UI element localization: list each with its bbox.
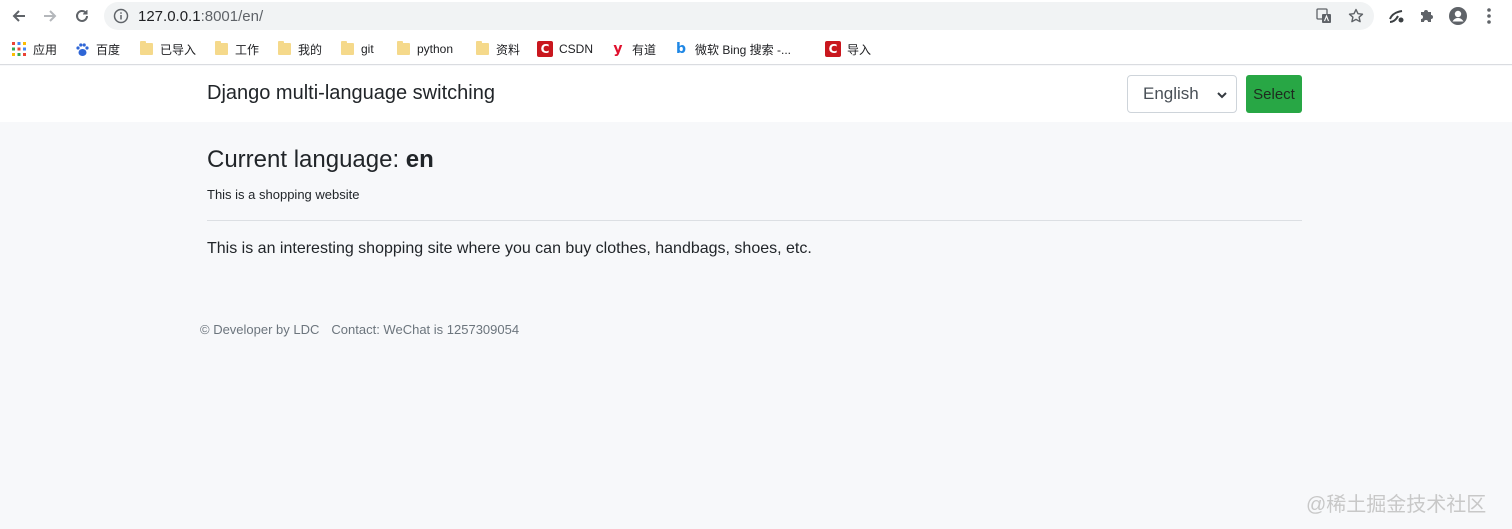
forward-button[interactable] <box>37 4 63 28</box>
folder-icon <box>138 41 154 57</box>
url-path: :8001/en/ <box>200 8 264 25</box>
bookmark-label: 导入 <box>847 42 872 57</box>
folder-icon <box>395 41 411 57</box>
folder-icon <box>339 41 355 57</box>
reload-icon <box>76 9 88 22</box>
browser-toolbar: 127.0.0.1:8001/en/ <box>0 0 1512 33</box>
csdn-logo-icon: C <box>537 41 553 57</box>
bookmark-label: 资料 <box>496 42 521 57</box>
footer-contact: Contact: WeChat is 1257309054 <box>331 322 520 337</box>
site-navbar: Django multi-language switching English … <box>0 66 1512 122</box>
bookmark-bing[interactable]: b 微软 Bing 搜索 -... <box>673 39 791 59</box>
bookmark-label: 应用 <box>33 42 58 57</box>
folder-icon <box>474 41 490 57</box>
baidu-paw-icon <box>74 41 90 57</box>
csdn-logo-icon: C <box>825 41 841 57</box>
bookmark-label: git <box>361 42 374 56</box>
bookmark-imported-folder[interactable]: 已导入 <box>138 39 196 59</box>
bing-logo-icon: b <box>675 41 687 57</box>
bookmark-mine-folder[interactable]: 我的 <box>276 39 322 59</box>
sync-icon[interactable] <box>1385 5 1407 27</box>
info-icon[interactable] <box>113 8 129 24</box>
footer-developer: © Developer by LDC <box>200 322 320 337</box>
translate-icon[interactable] <box>1315 7 1333 25</box>
site-brand[interactable]: Django multi-language switching <box>207 82 495 105</box>
language-select-value: English <box>1143 84 1199 103</box>
divider <box>207 220 1302 221</box>
bookmark-youdao[interactable]: y 有道 <box>610 39 656 59</box>
bookmark-label: 微软 Bing 搜索 -... <box>695 42 792 57</box>
url-text[interactable]: 127.0.0.1:8001/en/ <box>138 8 263 25</box>
bookmark-label: 有道 <box>632 42 657 57</box>
arrow-right-icon <box>44 10 57 22</box>
bookmark-label: CSDN <box>559 42 594 56</box>
bookmarks-bar: 应用 百度 已导入 工作 我的 git python 资料 C CSDN y 有… <box>0 33 1512 65</box>
bookmark-python-folder[interactable]: python <box>395 39 453 59</box>
bookmark-import[interactable]: C 导入 <box>825 39 871 59</box>
folder-icon <box>276 41 292 57</box>
bookmark-label: 已导入 <box>160 42 197 57</box>
page-footer: © Developer by LDC Contact: WeChat is 125… <box>200 322 519 337</box>
select-button[interactable]: Select <box>1246 75 1302 113</box>
bookmark-git-folder[interactable]: git <box>339 39 374 59</box>
folder-icon <box>213 41 229 57</box>
menu-kebab-icon[interactable] <box>1478 5 1500 27</box>
bookmark-label: python <box>417 42 454 56</box>
page-title: Current language: en <box>207 146 434 174</box>
reload-button[interactable] <box>69 4 95 28</box>
arrow-left-icon <box>12 10 25 22</box>
profile-avatar-icon[interactable] <box>1447 5 1469 27</box>
bookmark-label: 百度 <box>96 42 121 57</box>
extensions-puzzle-icon[interactable] <box>1416 5 1438 27</box>
page-title-prefix: Current language: <box>207 146 406 173</box>
bookmark-label: 我的 <box>298 42 323 57</box>
page-subtitle: This is a shopping website <box>207 187 360 202</box>
chevron-down-icon <box>1217 92 1227 99</box>
youdao-logo-icon: y <box>613 41 623 57</box>
watermark: @稀土掘金技术社区 <box>1306 494 1487 516</box>
current-language-code: en <box>405 146 434 173</box>
bookmark-apps[interactable]: 应用 <box>11 39 57 59</box>
language-select[interactable]: English <box>1127 75 1237 113</box>
page-description: This is an interesting shopping site whe… <box>207 240 812 257</box>
bookmark-csdn[interactable]: C CSDN <box>537 39 593 59</box>
address-bar[interactable]: 127.0.0.1:8001/en/ <box>104 2 1374 30</box>
bookmark-work-folder[interactable]: 工作 <box>213 39 259 59</box>
bookmark-materials-folder[interactable]: 资料 <box>474 39 520 59</box>
url-host: 127.0.0.1 <box>138 8 201 25</box>
back-button[interactable] <box>6 4 32 28</box>
apps-grid-icon <box>11 41 27 57</box>
bookmark-label: 工作 <box>235 42 260 57</box>
bookmark-star-icon[interactable] <box>1347 7 1365 25</box>
bookmark-baidu[interactable]: 百度 <box>74 39 120 59</box>
